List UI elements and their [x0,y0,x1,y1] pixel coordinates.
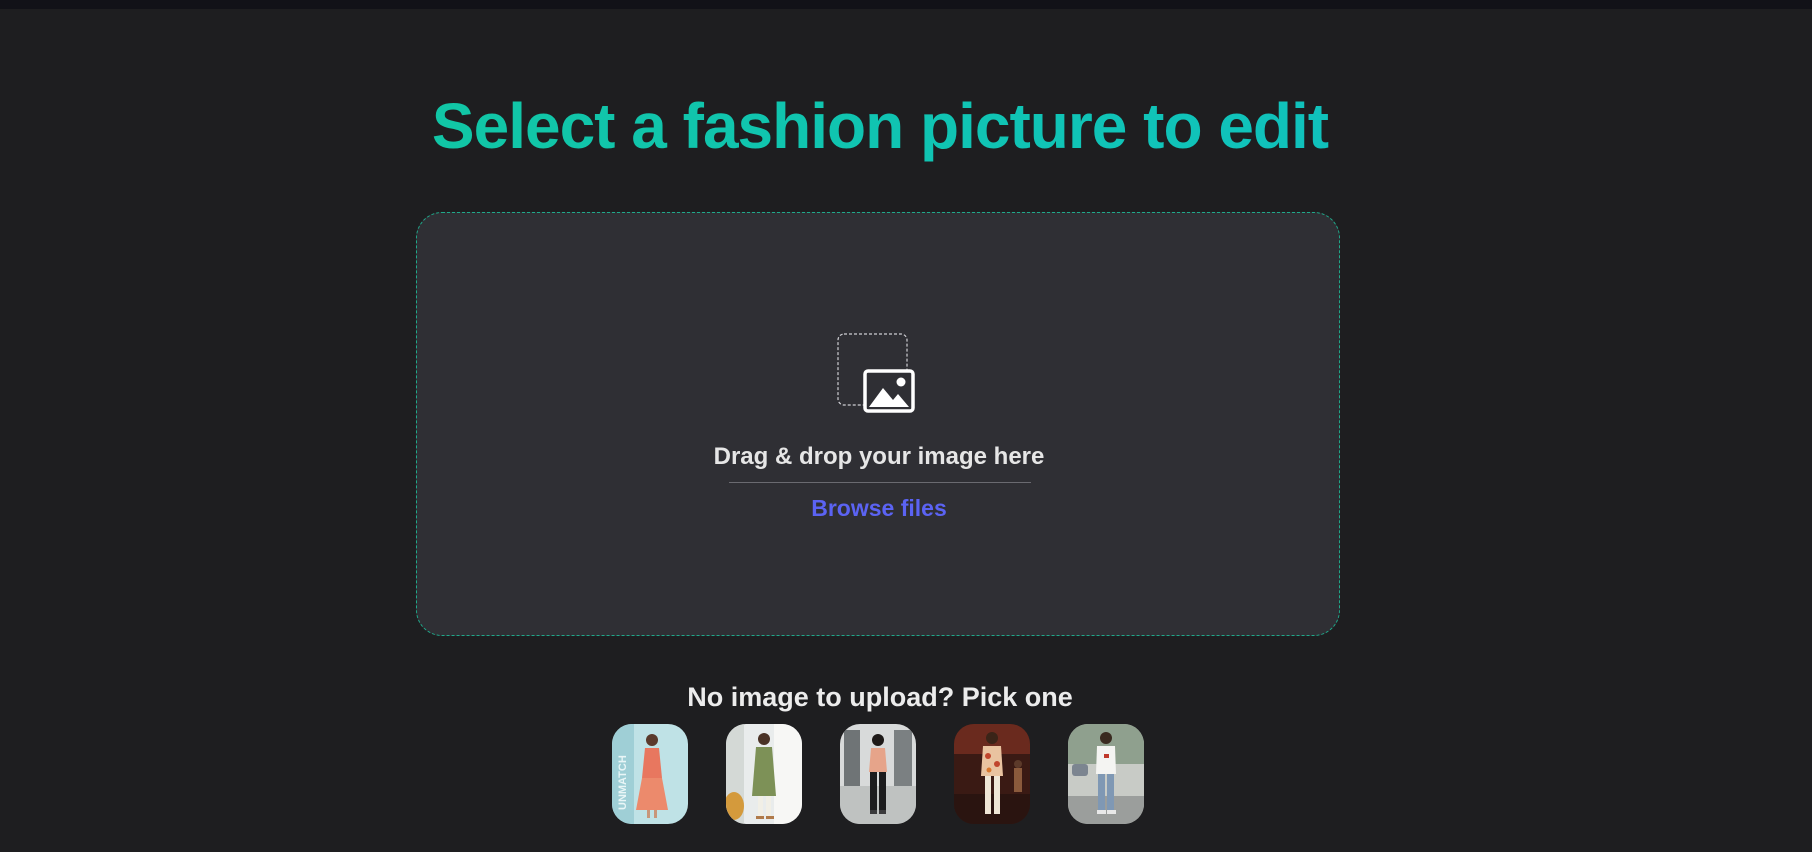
divider [729,482,1031,483]
top-bar [0,0,1812,9]
browse-files-link[interactable]: Browse files [417,493,1341,523]
drop-instruction: Drag & drop your image here [713,443,1045,470]
upload-dropzone[interactable]: Drag & drop your image here Browse files [416,212,1340,636]
sample-image-2[interactable] [726,724,802,824]
page-title: Select a fashion picture to edit [0,88,1760,164]
sample-watermark-text: UNMATCH [617,755,629,810]
sample-image-5[interactable] [1068,724,1144,824]
sample-image-4[interactable] [954,724,1030,824]
image-icon [837,333,921,417]
samples-heading: No image to upload? Pick one [687,682,1073,712]
sample-image-1[interactable]: UNMATCH [612,724,688,824]
sample-image-3[interactable] [840,724,916,824]
